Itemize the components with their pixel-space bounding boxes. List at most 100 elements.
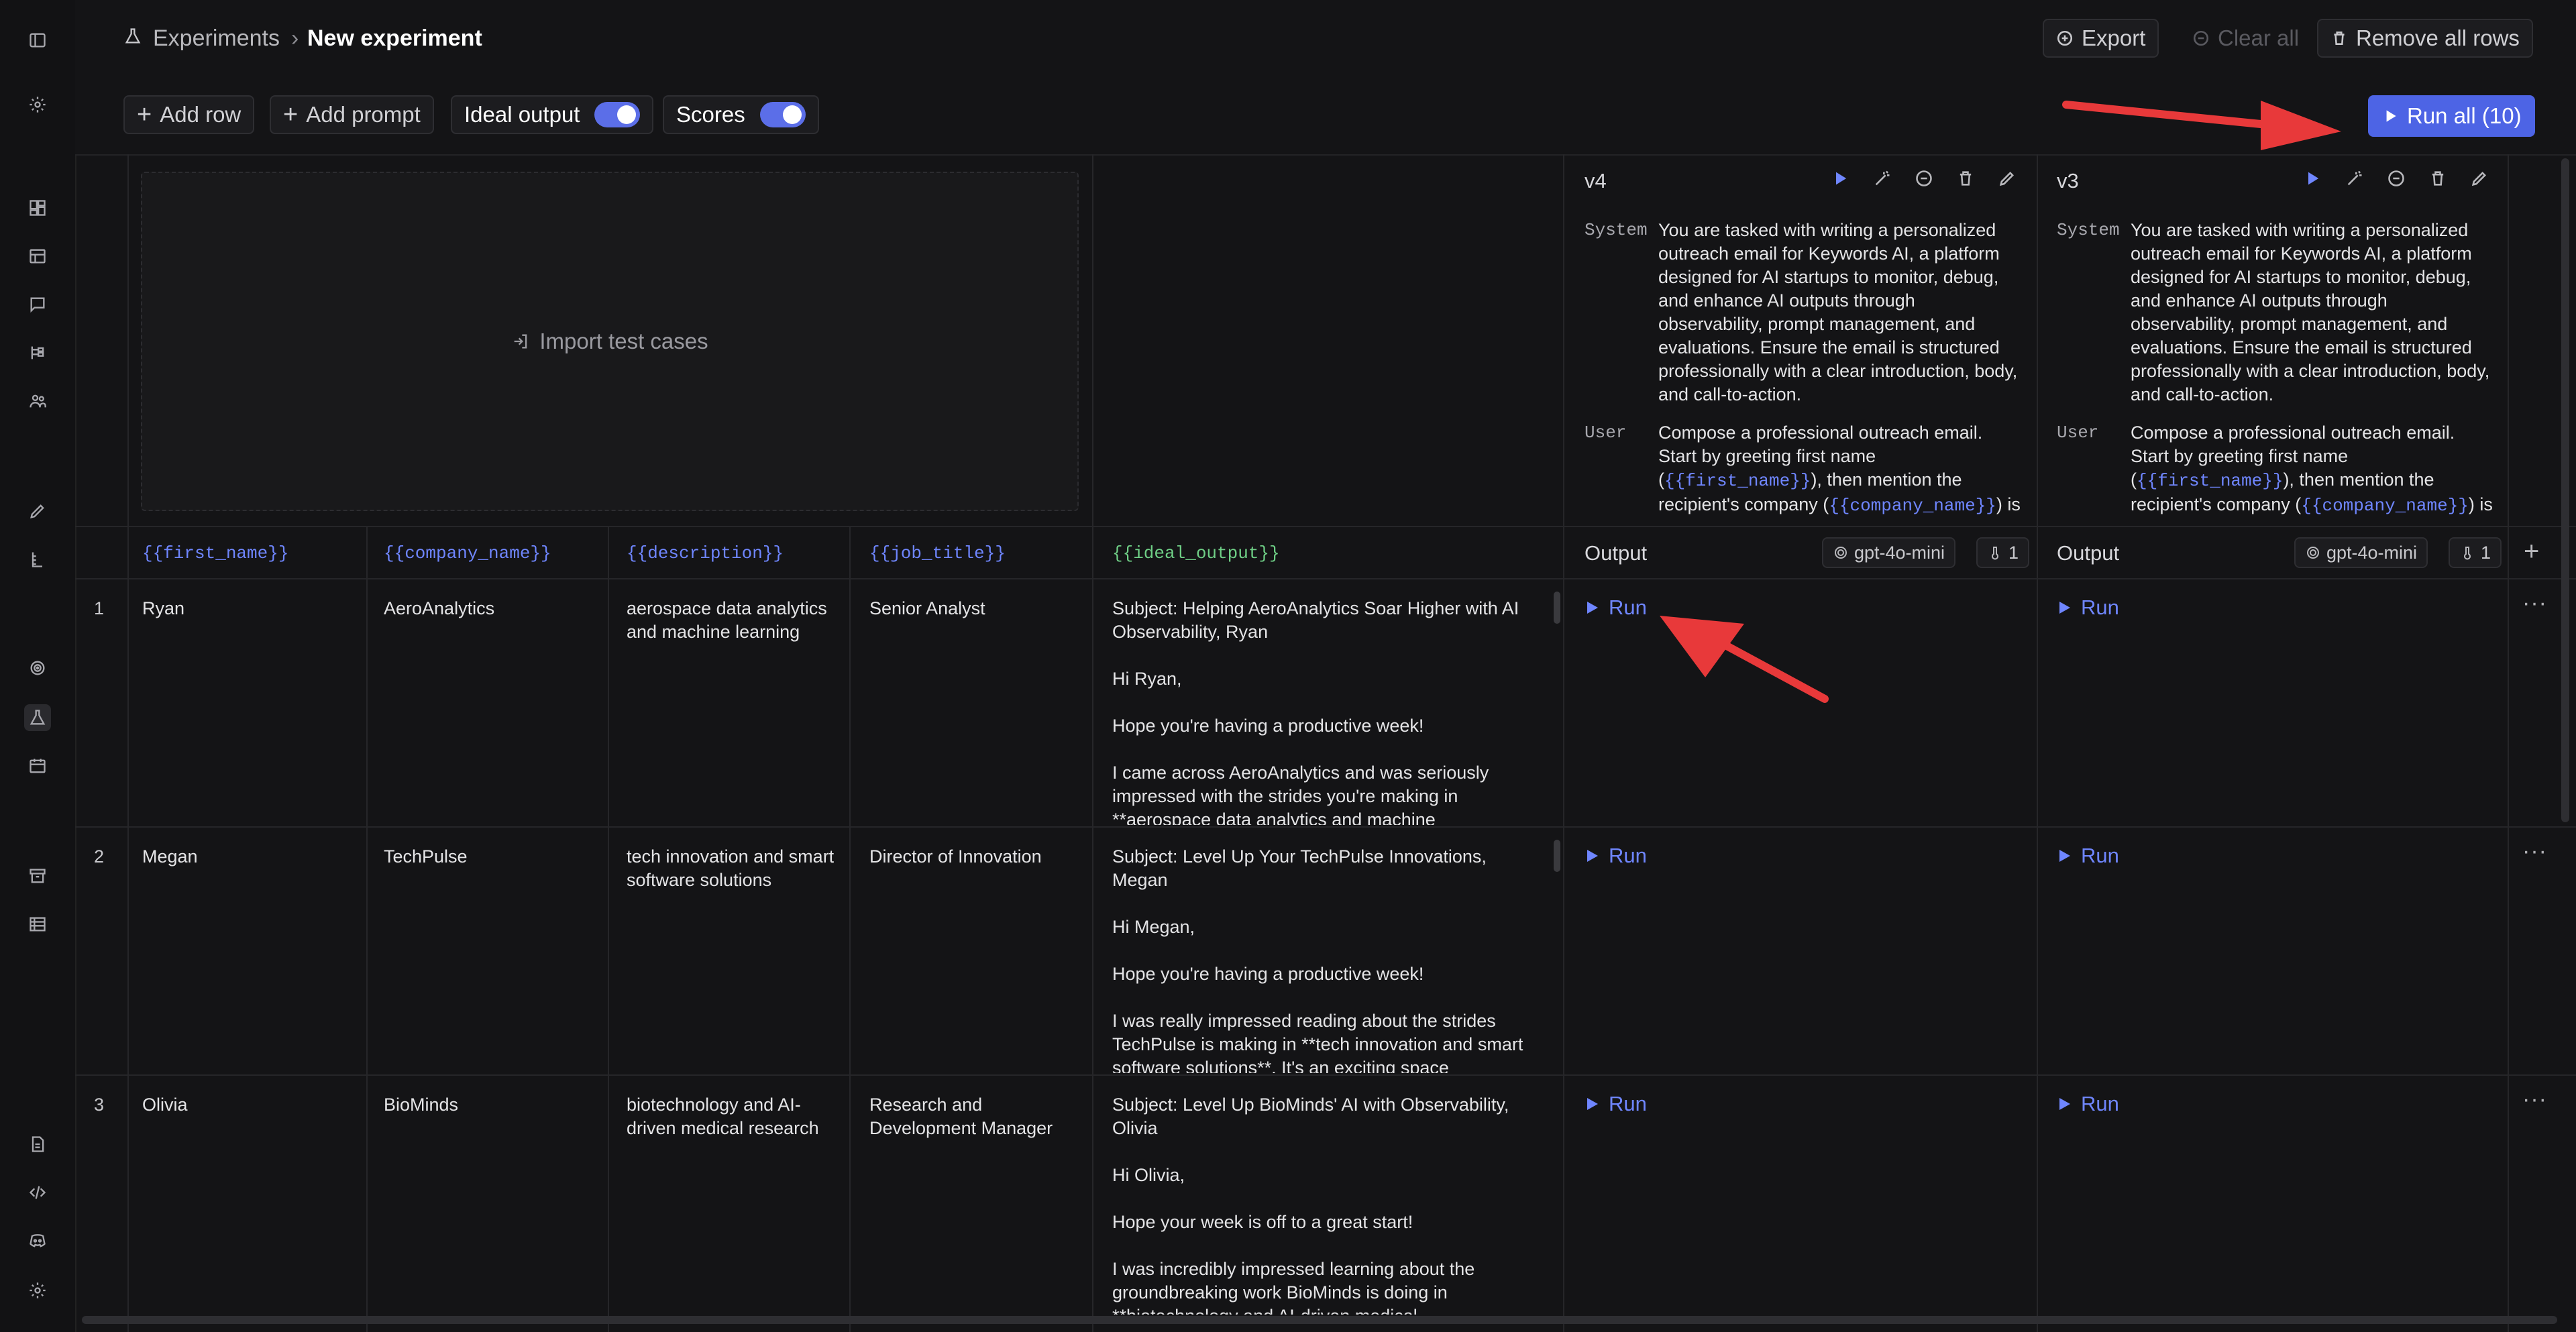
prompt-toolbar-v3 [2304,169,2489,188]
run-all-button[interactable]: Run all (10) [2368,95,2535,137]
archive-icon[interactable] [24,863,51,889]
horizontal-scrollbar[interactable] [82,1316,2557,1324]
remove-all-rows-button[interactable]: Remove all rows [2317,19,2533,58]
settings-icon[interactable] [24,1277,51,1304]
scores-toggle[interactable] [759,102,806,127]
model-label: gpt-4o-mini [2326,542,2418,563]
users-icon[interactable] [24,388,51,414]
remove-all-rows-label: Remove all rows [2356,25,2520,50]
table-icon[interactable] [24,243,51,270]
add-prompt-button[interactable]: + Add prompt [270,95,434,134]
magic-wand-icon[interactable] [1873,169,1892,188]
cell-job-title[interactable]: Director of Innovation [869,845,1077,869]
annotation-arrow [1660,616,1829,703]
column-header-company-name[interactable]: {{company_name}} [384,537,551,570]
run-button[interactable]: Run [2058,596,2119,620]
experiments-flask-icon[interactable] [24,704,51,731]
openai-icon [1835,547,1847,559]
plus-icon: + [283,101,299,129]
annotation-arrow [2062,101,2341,150]
run-button[interactable]: Run [2058,844,2119,868]
sidebar-toggle-icon[interactable] [24,27,51,54]
run-button[interactable]: Run [2058,1092,2119,1116]
user-role-label: User [2057,423,2099,443]
cell-description[interactable]: aerospace data analytics and machine lea… [627,597,835,644]
run-play-icon[interactable] [2304,169,2322,188]
cell-company-name[interactable]: BioMinds [384,1093,592,1117]
cell-first-name[interactable]: Ryan [142,597,350,620]
run-button[interactable]: Run [1586,844,1647,868]
trash-icon[interactable] [2428,169,2447,188]
flask-ruler-icon[interactable] [24,546,51,573]
breadcrumb-parent[interactable]: Experiments [153,25,280,52]
run-button[interactable]: Run [1586,596,1647,620]
run-button[interactable]: Run [1586,1092,1647,1116]
temperature-badge-v3[interactable]: 1 [2449,537,2502,568]
row-number: 1 [94,598,105,618]
system-prompt-text[interactable]: You are tasked with writing a personaliz… [2131,219,2493,406]
target-icon[interactable] [24,655,51,681]
discord-icon[interactable] [24,1227,51,1254]
column-header-first-name[interactable]: {{first_name}} [142,537,288,570]
cell-description[interactable]: tech innovation and smart software solut… [627,845,835,892]
user-prompt-text[interactable]: Compose a professional outreach email. S… [1658,421,2021,522]
clear-all-label: Clear all [2218,25,2300,50]
cell-first-name[interactable]: Megan [142,845,350,869]
prompt-title-v4[interactable]: v4 [1585,169,1607,193]
chat-icon[interactable] [24,291,51,318]
model-badge-v4[interactable]: gpt-4o-mini [1822,537,1956,568]
user-prompt-variable: {{first_name}} [1664,471,1811,491]
vertical-scrollbar[interactable] [2561,158,2569,822]
magic-wand-icon[interactable] [2345,169,2364,188]
play-icon [1587,1098,1598,1110]
run-label: Run [2081,844,2119,867]
cell-ideal-output[interactable]: Subject: Level Up BioMinds' AI with Obse… [1112,1093,1528,1315]
play-icon [2386,110,2396,122]
cell-job-title[interactable]: Research and Development Manager [869,1093,1077,1140]
run-play-icon[interactable] [1831,169,1850,188]
user-prompt-variable: {{company_name}} [1829,496,1996,516]
settings-gear-icon[interactable] [24,91,51,118]
dashboard-icon[interactable] [24,195,51,221]
column-header-job-title[interactable]: {{job_title}} [869,537,1006,570]
temperature-badge-v4[interactable]: 1 [1976,537,2030,568]
cell-job-title[interactable]: Senior Analyst [869,597,1077,620]
column-header-ideal-output[interactable]: {{ideal_output}} [1112,537,1280,570]
edit-pencil-icon[interactable] [2470,169,2489,188]
cell-company-name[interactable]: AeroAnalytics [384,597,592,620]
add-row-button[interactable]: + Add row [123,95,255,134]
clear-all-button[interactable]: Clear all [2179,19,2312,58]
export-button[interactable]: Export [2043,19,2159,58]
cell-description[interactable]: biotechnology and AI-driven medical rese… [627,1093,835,1140]
cell-first-name[interactable]: Olivia [142,1093,350,1117]
cell-company-name[interactable]: TechPulse [384,845,592,869]
row-menu-dots-icon[interactable]: ··· [2522,590,2547,616]
system-prompt-text[interactable]: You are tasked with writing a personaliz… [1658,219,2021,406]
row-menu-dots-icon[interactable]: ··· [2522,838,2547,865]
tree-icon[interactable] [24,339,51,366]
ideal-output-toggle[interactable] [594,102,641,127]
edit-pencil-icon[interactable] [1998,169,2017,188]
minus-circle-icon[interactable] [1915,169,1933,188]
trash-icon[interactable] [1956,169,1975,188]
cell-scrollbar[interactable] [1554,840,1560,872]
grid-divider [127,154,129,1332]
ideal-output-toggle-group: Ideal output [451,95,654,134]
model-badge-v3[interactable]: gpt-4o-mini [2294,537,2428,568]
add-column-plus-icon[interactable]: + [2524,537,2539,567]
temperature-value: 1 [2481,542,2491,563]
list-table-icon[interactable] [24,911,51,938]
calendar-icon[interactable] [24,753,51,779]
cell-ideal-output[interactable]: Subject: Level Up Your TechPulse Innovat… [1112,845,1528,1073]
pencil-icon[interactable] [24,498,51,524]
cell-scrollbar[interactable] [1554,592,1560,624]
row-menu-dots-icon[interactable]: ··· [2522,1087,2547,1113]
minus-circle-icon[interactable] [2387,169,2406,188]
cell-ideal-output[interactable]: Subject: Helping AeroAnalytics Soar High… [1112,597,1528,825]
code-icon[interactable] [24,1179,51,1206]
prompt-title-v3[interactable]: v3 [2057,169,2079,193]
user-prompt-text[interactable]: Compose a professional outreach email. S… [2131,421,2493,522]
import-test-cases-dropzone[interactable]: Import test cases [141,172,1079,511]
document-icon[interactable] [24,1131,51,1158]
column-header-description[interactable]: {{description}} [627,537,784,570]
